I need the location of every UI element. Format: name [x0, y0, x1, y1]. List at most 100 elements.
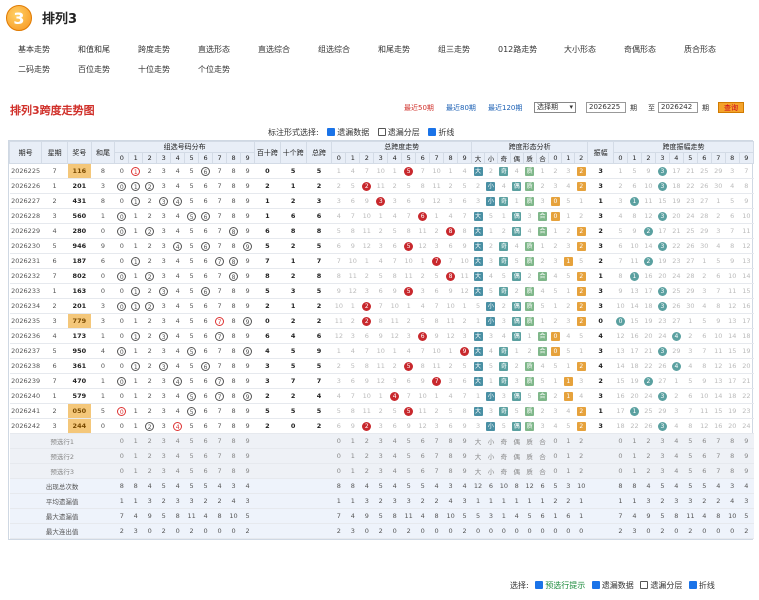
prediction-form[interactable]: 1 [561, 463, 575, 479]
bottom-polyline-checkbox[interactable]: 折线 [688, 581, 715, 590]
prediction-form[interactable]: 小 [484, 433, 498, 449]
nav-item[interactable]: 和值和尾 [78, 44, 110, 55]
nav-item[interactable]: 大小形态 [564, 44, 596, 55]
recent-50-link[interactable]: 最近50期 [404, 103, 434, 113]
prediction-digit[interactable]: 2 [359, 463, 374, 479]
prediction-digit[interactable]: 3 [156, 448, 171, 464]
nav-item[interactable]: 十位走势 [138, 64, 170, 75]
prediction-form[interactable]: 奇 [497, 463, 511, 479]
prediction-form[interactable]: 合 [536, 463, 549, 479]
prediction-digit[interactable]: 7 [429, 448, 444, 464]
prediction-digit[interactable]: 3 [373, 448, 388, 464]
prediction-row[interactable]: 预选行1 0 1 2 3 4 5 6 7 8 9 0 1 2 3 4 5 6 7 8 9 大小奇偶质合 0 1 2 0 1 2 3 4 5 6… [9, 433, 754, 449]
prediction-digit[interactable]: 4 [387, 463, 402, 479]
prediction-form[interactable]: 大 [471, 433, 485, 449]
prediction-digit[interactable]: 6 [697, 463, 712, 479]
prediction-digit[interactable]: 0 [114, 463, 129, 479]
prediction-digit[interactable]: 1 [128, 463, 143, 479]
from-issue-input[interactable]: 2026225 [586, 102, 626, 113]
to-issue-input[interactable]: 2026242 [658, 102, 698, 113]
prediction-digit[interactable]: 9 [240, 448, 255, 464]
prediction-digit[interactable]: 8 [226, 463, 241, 479]
prediction-form[interactable]: 奇 [497, 433, 511, 449]
prediction-digit[interactable]: 2 [142, 463, 157, 479]
prediction-digit[interactable]: 1 [128, 433, 143, 449]
prediction-digit[interactable]: 5 [401, 433, 416, 449]
prediction-digit[interactable]: 8 [443, 448, 458, 464]
prediction-form[interactable]: 偶 [510, 433, 524, 449]
prediction-digit[interactable]: 4 [669, 433, 684, 449]
nav-item[interactable]: 组三走势 [438, 44, 470, 55]
prediction-digit[interactable]: 8 [226, 433, 241, 449]
prediction-digit[interactable]: 8 [226, 448, 241, 464]
prediction-digit[interactable]: 0 [613, 448, 628, 464]
prediction-digit[interactable]: 4 [170, 433, 185, 449]
period-select[interactable]: 选择期 ▾ [534, 102, 576, 113]
prediction-form[interactable]: 合 [536, 448, 549, 464]
prediction-form[interactable]: 质 [523, 463, 537, 479]
recent-120-link[interactable]: 最近120期 [488, 103, 522, 113]
prediction-digit[interactable]: 3 [373, 433, 388, 449]
recent-80-link[interactable]: 最近80期 [446, 103, 476, 113]
prediction-digit[interactable]: 3 [655, 463, 670, 479]
prediction-digit[interactable]: 7 [212, 448, 227, 464]
prediction-digit[interactable]: 8 [725, 448, 740, 464]
prediction-digit[interactable]: 0 [331, 463, 346, 479]
prediction-form[interactable]: 0 [548, 463, 562, 479]
prediction-digit[interactable]: 2 [359, 448, 374, 464]
prediction-digit[interactable]: 1 [627, 433, 642, 449]
prediction-form[interactable]: 大 [471, 463, 485, 479]
prediction-digit[interactable]: 6 [198, 463, 213, 479]
nav-item[interactable]: 直选综合 [258, 44, 290, 55]
prediction-digit[interactable]: 0 [613, 433, 628, 449]
prediction-digit[interactable]: 1 [627, 448, 642, 464]
nav-item[interactable]: 百位走势 [78, 64, 110, 75]
miss-layer-checkbox[interactable]: 遗漏分层 [377, 128, 420, 137]
prediction-digit[interactable]: 0 [114, 448, 129, 464]
prediction-digit[interactable]: 5 [683, 463, 698, 479]
prediction-digit[interactable]: 7 [212, 463, 227, 479]
prediction-digit[interactable]: 3 [655, 433, 670, 449]
prediction-digit[interactable]: 7 [711, 463, 726, 479]
prediction-digit[interactable]: 7 [429, 433, 444, 449]
prediction-digit[interactable]: 5 [184, 448, 199, 464]
prediction-digit[interactable]: 5 [401, 448, 416, 464]
prediction-digit[interactable]: 3 [156, 433, 171, 449]
prediction-digit[interactable]: 1 [128, 448, 143, 464]
nav-item[interactable]: 质合形态 [684, 44, 716, 55]
prediction-digit[interactable]: 2 [641, 463, 656, 479]
prediction-form[interactable]: 1 [561, 448, 575, 464]
prediction-digit[interactable]: 2 [641, 433, 656, 449]
prediction-digit[interactable]: 7 [711, 448, 726, 464]
prediction-form[interactable]: 2 [574, 463, 588, 479]
nav-item[interactable]: 和尾走势 [378, 44, 410, 55]
prediction-digit[interactable]: 4 [387, 448, 402, 464]
prediction-digit[interactable]: 4 [669, 463, 684, 479]
prediction-digit[interactable]: 9 [240, 463, 255, 479]
prediction-digit[interactable]: 5 [683, 448, 698, 464]
prediction-digit[interactable]: 3 [156, 463, 171, 479]
prediction-digit[interactable]: 1 [345, 463, 360, 479]
prediction-digit[interactable]: 6 [697, 433, 712, 449]
prediction-digit[interactable]: 9 [457, 433, 472, 449]
nav-item[interactable]: 012路走势 [498, 44, 537, 55]
prediction-digit[interactable]: 7 [429, 463, 444, 479]
nav-item[interactable]: 个位走势 [198, 64, 230, 75]
prediction-digit[interactable]: 0 [331, 448, 346, 464]
prediction-digit[interactable]: 2 [142, 433, 157, 449]
prediction-form[interactable]: 大 [471, 448, 485, 464]
prediction-form[interactable]: 0 [548, 433, 562, 449]
prediction-row[interactable]: 预选行2 0 1 2 3 4 5 6 7 8 9 0 1 2 3 4 5 6 7 8 9 大小奇偶质合 0 1 2 0 1 2 3 4 5 6… [9, 448, 754, 464]
prediction-digit[interactable]: 9 [240, 433, 255, 449]
prediction-digit[interactable]: 0 [331, 433, 346, 449]
prediction-digit[interactable]: 3 [373, 463, 388, 479]
prediction-form[interactable]: 奇 [497, 448, 511, 464]
prediction-digit[interactable]: 2 [359, 433, 374, 449]
prediction-form[interactable]: 质 [523, 448, 537, 464]
prediction-digit[interactable]: 8 [725, 463, 740, 479]
prediction-form[interactable]: 小 [484, 448, 498, 464]
nav-item[interactable]: 二码走势 [18, 64, 50, 75]
prediction-digit[interactable]: 4 [669, 448, 684, 464]
prediction-digit[interactable]: 4 [170, 463, 185, 479]
prediction-digit[interactable]: 6 [697, 448, 712, 464]
